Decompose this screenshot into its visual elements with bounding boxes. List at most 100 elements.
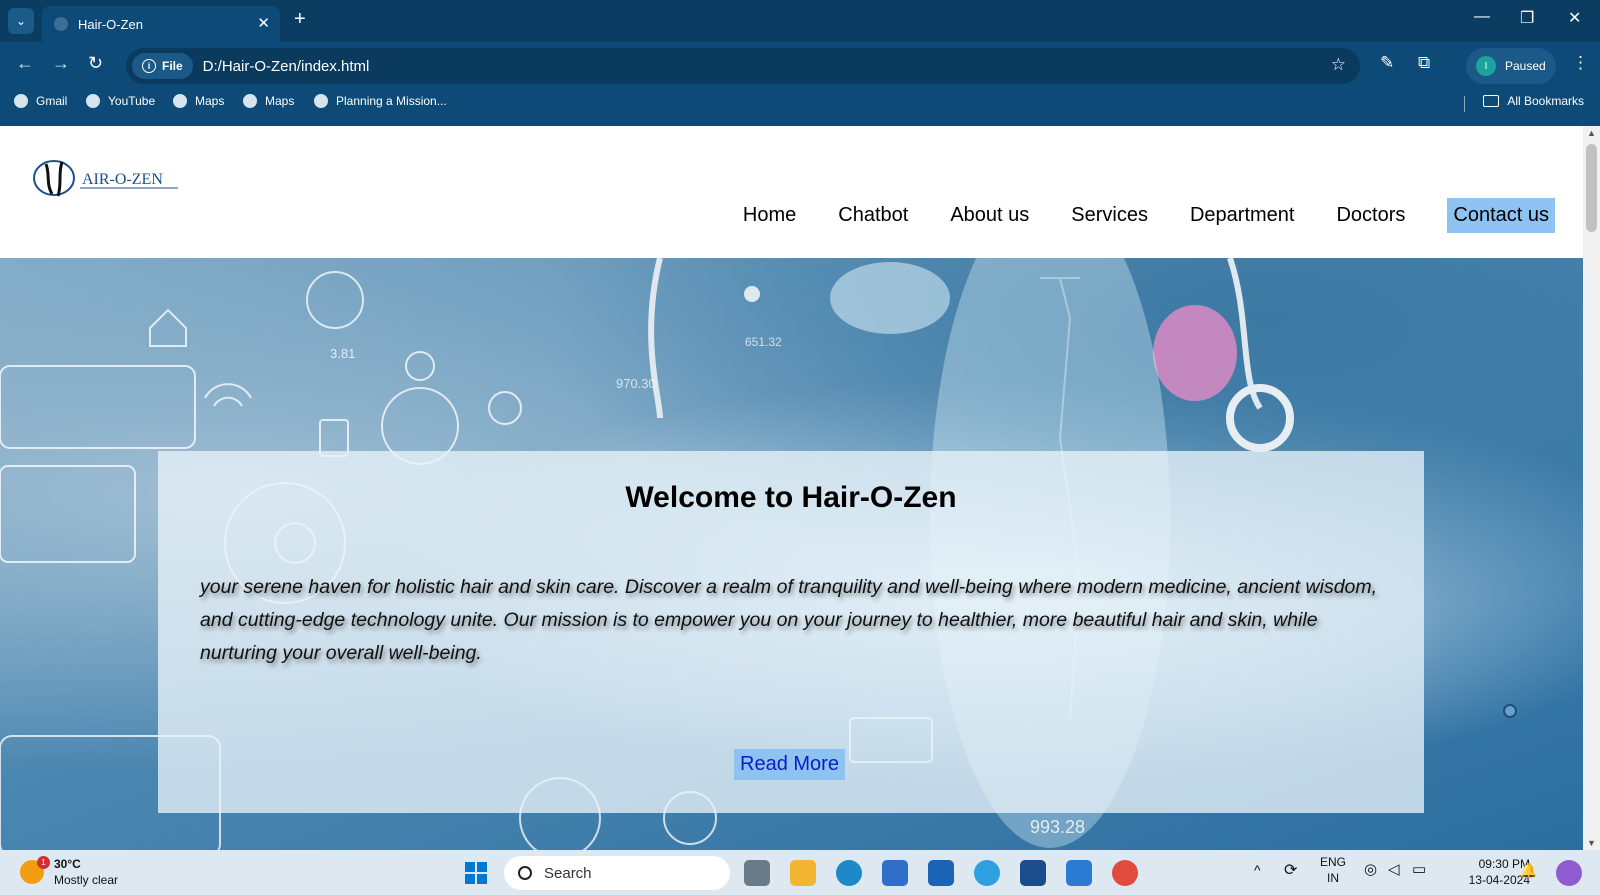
vscode-icon[interactable]: [1020, 860, 1046, 886]
eyedropper-icon[interactable]: ✎: [1380, 53, 1394, 73]
bookmarks-bar: Gmail YouTube Maps Maps Planning a Missi…: [0, 92, 1600, 116]
deco-number: 993.28: [1030, 817, 1085, 837]
wifi-icon: [204, 383, 252, 407]
hero-description: your serene haven for holistic hair and …: [200, 576, 1378, 664]
globe-icon: [86, 94, 100, 108]
bookmark-gmail[interactable]: Gmail: [14, 94, 67, 108]
read-more-button[interactable]: Read More: [734, 749, 845, 780]
bookmark-maps-2[interactable]: Maps: [243, 94, 294, 108]
folder-icon: [1483, 95, 1500, 107]
lang-code: ENG: [1320, 855, 1347, 869]
welcome-card: Welcome to Hair-O-Zen your serene haven …: [158, 451, 1424, 813]
bookmark-label: YouTube: [108, 94, 156, 108]
tab-strip: ⌄ Hair-O-Zen ✕ + — ❐ ✕: [0, 0, 1600, 42]
nav-department[interactable]: Department: [1190, 204, 1295, 227]
bookmark-maps[interactable]: Maps: [173, 94, 224, 108]
globe-icon: [173, 94, 187, 108]
bookmark-planning[interactable]: Planning a Mission...: [314, 94, 447, 108]
all-bookmarks-label: All Bookmarks: [1507, 94, 1584, 108]
windows-taskbar: 1 30°C Mostly clear Search ^ ⟳ ENG IN ◎ …: [0, 850, 1600, 895]
scroll-down-icon[interactable]: ▼: [1587, 838, 1596, 848]
weather-widget[interactable]: 1 30°C Mostly clear: [20, 856, 118, 888]
scroll-thumb[interactable]: [1586, 144, 1597, 232]
tab-close-icon[interactable]: ✕: [257, 14, 270, 32]
site-logo[interactable]: AIR-O-ZEN: [32, 154, 182, 200]
bookmark-youtube[interactable]: YouTube: [86, 94, 155, 108]
globe-icon: [314, 94, 328, 108]
help-icon[interactable]: [974, 860, 1000, 886]
toolbar: ← → ↻ i File D:/Hair-O-Zen/index.html ☆ …: [0, 44, 1600, 88]
globe-icon: [243, 94, 257, 108]
hero-banner: 3.81 970.30 651.32 993.28 Welcome to Hai…: [0, 258, 1583, 850]
extensions-icon[interactable]: ⧉: [1418, 53, 1430, 73]
new-tab-button[interactable]: +: [294, 8, 306, 31]
tab-title: Hair-O-Zen: [78, 16, 144, 32]
hp-icon[interactable]: [928, 860, 954, 886]
tab-search-button[interactable]: ⌄: [8, 8, 34, 34]
edge-icon[interactable]: [836, 860, 862, 886]
page-scrollbar[interactable]: ▲ ▼: [1583, 126, 1600, 850]
hero-title: Welcome to Hair-O-Zen: [625, 481, 957, 514]
back-icon[interactable]: ←: [16, 53, 34, 74]
deco-number: 651.32: [745, 335, 782, 349]
search-placeholder: Search: [544, 864, 592, 882]
notification-bell-icon[interactable]: 🔔: [1520, 862, 1537, 879]
network-icon[interactable]: ◎: [1364, 860, 1377, 878]
info-icon: i: [142, 59, 156, 73]
store-icon[interactable]: [882, 860, 908, 886]
menu-kebab-icon[interactable]: ⋮: [1572, 53, 1589, 73]
weather-badge: 1: [37, 856, 50, 869]
nav-doctors[interactable]: Doctors: [1336, 204, 1405, 227]
notepad-icon[interactable]: [1066, 860, 1092, 886]
reload-icon[interactable]: ↻: [88, 53, 103, 74]
volume-icon[interactable]: ◁: [1388, 860, 1400, 878]
nav-home[interactable]: Home: [743, 204, 796, 227]
bookmark-label: Maps: [265, 94, 295, 108]
site-info-chip[interactable]: i File: [132, 53, 193, 79]
nav-about-us[interactable]: About us: [950, 204, 1029, 227]
profile-label: Paused: [1505, 59, 1546, 73]
tab-active[interactable]: Hair-O-Zen ✕: [42, 6, 280, 42]
sync-icon[interactable]: ⟳: [1284, 860, 1297, 880]
file-label: File: [162, 59, 183, 73]
chrome-icon[interactable]: [1112, 860, 1138, 886]
heart-model: [1153, 305, 1237, 401]
nav-services[interactable]: Services: [1071, 204, 1148, 227]
favicon-icon: [54, 17, 68, 31]
start-button[interactable]: [465, 862, 487, 884]
url-text[interactable]: D:/Hair-O-Zen/index.html: [203, 58, 370, 75]
forward-icon[interactable]: →: [52, 53, 70, 74]
bookmark-star-icon[interactable]: ☆: [1331, 55, 1346, 75]
temperature: 30°C: [54, 857, 81, 871]
bookmarks-divider: [1464, 96, 1465, 112]
language-indicator[interactable]: ENG IN: [1320, 854, 1346, 886]
minimize-icon[interactable]: —: [1474, 8, 1490, 26]
battery-icon[interactable]: ▭: [1412, 860, 1426, 878]
address-bar[interactable]: i File D:/Hair-O-Zen/index.html ☆: [126, 48, 1360, 84]
taskbar-search[interactable]: Search: [504, 856, 730, 890]
task-view-icon[interactable]: [744, 860, 770, 886]
all-bookmarks-button[interactable]: All Bookmarks: [1483, 94, 1584, 108]
region-code: IN: [1327, 871, 1339, 885]
deco-number: 3.81: [330, 346, 355, 361]
scroll-up-icon[interactable]: ▲: [1587, 128, 1596, 138]
tray-overflow-icon[interactable]: ^: [1254, 862, 1261, 878]
logo-text: AIR-O-ZEN: [82, 171, 163, 188]
cursor-indicator: [1503, 704, 1517, 718]
close-window-icon[interactable]: ✕: [1568, 8, 1581, 28]
web-page: AIR-O-ZEN Home Chatbot About us Services…: [0, 126, 1583, 850]
bookmark-label: Planning a Mission...: [336, 94, 447, 108]
play-icon: [405, 351, 435, 381]
deco-number: 970.30: [616, 376, 656, 391]
profile-button[interactable]: I Paused: [1466, 48, 1556, 84]
restore-icon[interactable]: ❐: [1520, 8, 1534, 28]
main-nav: Home Chatbot About us Services Departmen…: [701, 198, 1555, 233]
file-explorer-icon[interactable]: [790, 860, 816, 886]
nav-chatbot[interactable]: Chatbot: [838, 204, 908, 227]
site-header: AIR-O-ZEN Home Chatbot About us Services…: [0, 126, 1583, 258]
bookmark-label: Gmail: [36, 94, 68, 108]
bookmark-label: Maps: [195, 94, 225, 108]
copilot-icon[interactable]: [1556, 860, 1582, 886]
location-pin-icon: [744, 286, 760, 302]
nav-contact-us[interactable]: Contact us: [1447, 198, 1555, 233]
